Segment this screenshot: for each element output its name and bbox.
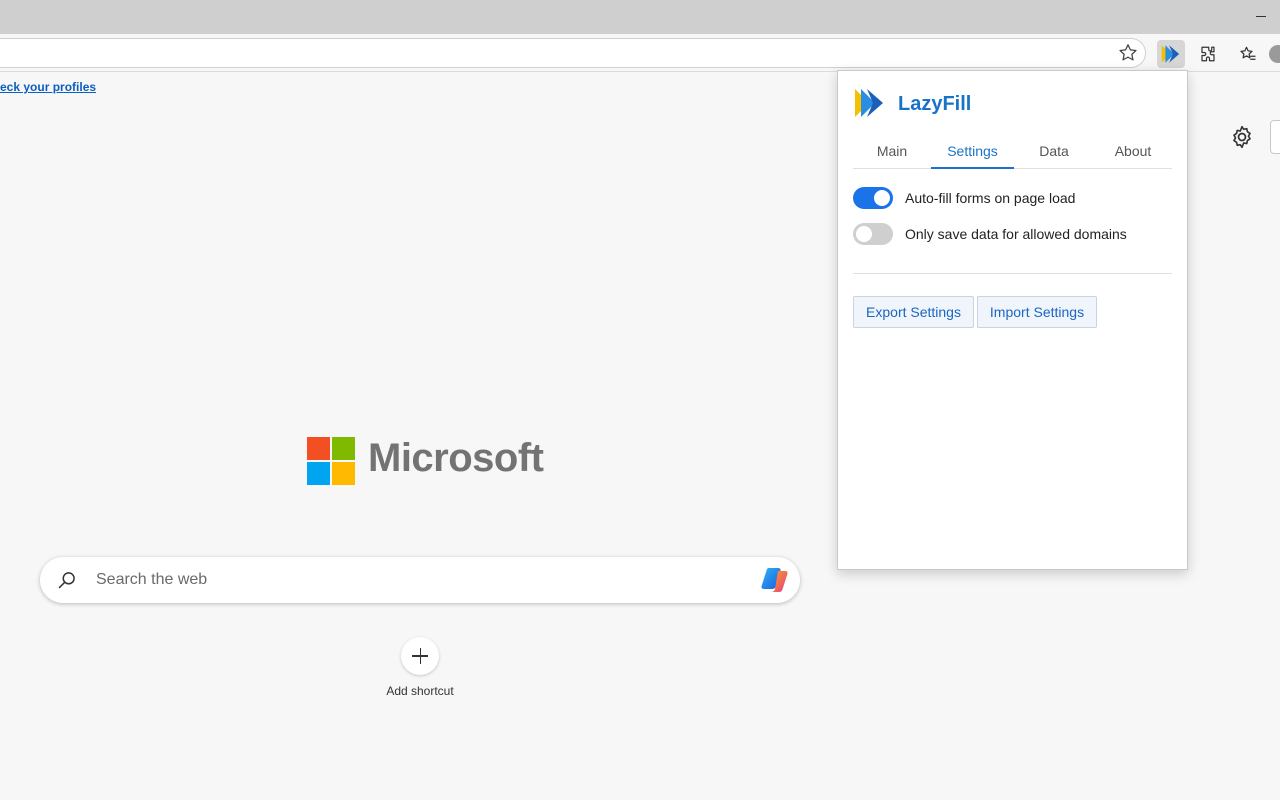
puzzle-icon (1201, 46, 1215, 62)
search-input[interactable] (96, 568, 736, 592)
microsoft-logo-icon (307, 437, 355, 485)
export-settings-button[interactable]: Export Settings (853, 296, 974, 328)
favorites-star-icon (1240, 46, 1256, 60)
profile-button[interactable] (1268, 40, 1280, 68)
tab-data[interactable]: Data (1029, 139, 1079, 169)
autofill-label: Auto-fill forms on page load (905, 190, 1076, 206)
window-titlebar (0, 0, 1280, 34)
address-bar[interactable] (0, 38, 1146, 68)
web-search-box (40, 557, 800, 603)
lazyfill-logo-icon (1161, 45, 1180, 63)
copilot-icon[interactable] (759, 564, 791, 596)
popup-tabs: Main Settings Data About (853, 139, 1172, 169)
autofill-toggle[interactable] (853, 187, 893, 209)
tab-about[interactable]: About (1105, 139, 1161, 169)
favorites-button[interactable] (1234, 40, 1262, 68)
sign-in-button[interactable] (1270, 120, 1280, 154)
plus-icon (401, 637, 439, 675)
popup-title: LazyFill (898, 93, 972, 115)
search-icon (58, 572, 75, 589)
lazyfill-extension-button[interactable] (1157, 40, 1185, 68)
minimize-button[interactable] (1252, 6, 1272, 26)
lazyfill-popup: LazyFill Main Settings Data About Auto-f… (837, 70, 1188, 570)
setting-allowed-domains-row: Only save data for allowed domains (853, 222, 1127, 246)
tab-main[interactable]: Main (863, 139, 921, 169)
browser-toolbar (0, 34, 1280, 72)
extensions-button[interactable] (1194, 40, 1222, 68)
brand-wordmark: Microsoft (368, 436, 544, 480)
gear-icon[interactable] (1229, 124, 1255, 150)
divider (853, 273, 1172, 274)
add-shortcut-button[interactable]: Add shortcut (380, 637, 460, 698)
allowed-domains-label: Only save data for allowed domains (905, 226, 1127, 242)
import-settings-button[interactable]: Import Settings (977, 296, 1097, 328)
tab-settings[interactable]: Settings (931, 139, 1014, 169)
star-icon[interactable] (1117, 42, 1139, 64)
add-shortcut-label: Add shortcut (386, 684, 454, 698)
lazyfill-logo-icon (855, 89, 883, 117)
allowed-domains-toggle[interactable] (853, 223, 893, 245)
setting-autofill-row: Auto-fill forms on page load (853, 186, 1075, 210)
check-profiles-link[interactable]: eck your profiles (0, 80, 96, 94)
avatar (1269, 45, 1280, 63)
